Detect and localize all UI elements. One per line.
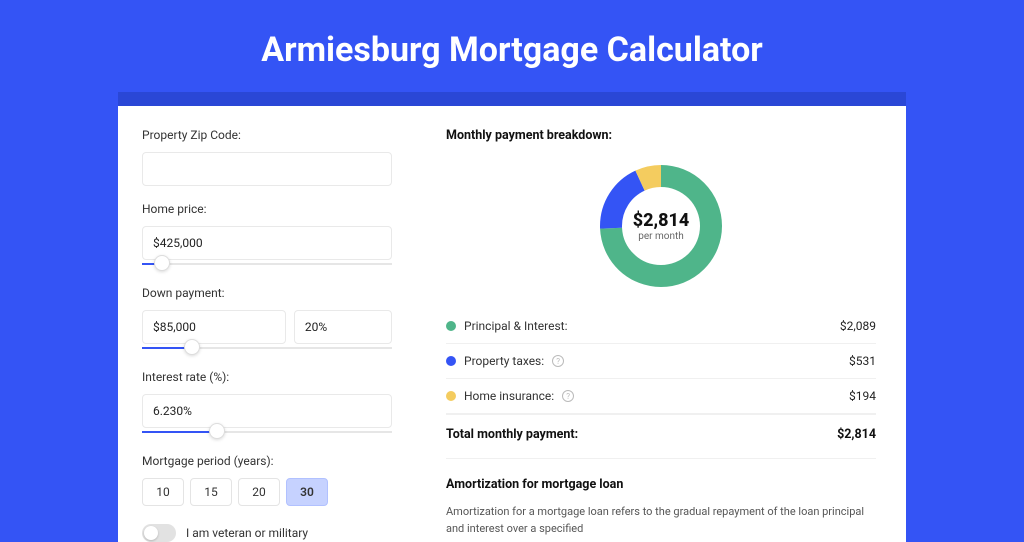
legend-item-principal: Principal & Interest: $2,089 bbox=[446, 309, 876, 344]
down-label: Down payment: bbox=[142, 286, 392, 300]
toggle-knob bbox=[144, 526, 158, 540]
price-input[interactable] bbox=[142, 226, 392, 260]
legend-value: $531 bbox=[849, 354, 876, 368]
down-percent-input[interactable] bbox=[294, 310, 392, 344]
calculator-card: Property Zip Code: Home price: Down paym… bbox=[118, 106, 906, 542]
breakdown-title: Monthly payment breakdown: bbox=[446, 128, 876, 143]
rate-label: Interest rate (%): bbox=[142, 370, 392, 384]
period-option-20[interactable]: 20 bbox=[238, 478, 280, 506]
down-field: Down payment: bbox=[142, 286, 392, 354]
legend-value: $194 bbox=[849, 389, 876, 403]
total-label: Total monthly payment: bbox=[446, 427, 578, 442]
legend-label: Principal & Interest: bbox=[464, 319, 568, 333]
legend-item-taxes: Property taxes: ? $531 bbox=[446, 344, 876, 379]
legend-dot-icon bbox=[446, 321, 456, 331]
total-value: $2,814 bbox=[837, 427, 876, 442]
zip-field: Property Zip Code: bbox=[142, 128, 392, 186]
legend-item-insurance: Home insurance: ? $194 bbox=[446, 379, 876, 414]
donut-sub: per month bbox=[638, 231, 684, 242]
amortization-section: Amortization for mortgage loan Amortizat… bbox=[446, 458, 876, 537]
legend-dot-icon bbox=[446, 391, 456, 401]
period-field: Mortgage period (years): 10 15 20 30 bbox=[142, 454, 392, 506]
form-panel: Property Zip Code: Home price: Down paym… bbox=[118, 106, 416, 542]
slider-thumb[interactable] bbox=[209, 423, 225, 439]
price-label: Home price: bbox=[142, 202, 392, 216]
veteran-row: I am veteran or military bbox=[142, 524, 392, 542]
period-option-10[interactable]: 10 bbox=[142, 478, 184, 506]
page-title: Armiesburg Mortgage Calculator bbox=[0, 0, 1024, 92]
legend-label: Home insurance: bbox=[464, 389, 554, 403]
zip-label: Property Zip Code: bbox=[142, 128, 392, 142]
price-field: Home price: bbox=[142, 202, 392, 270]
rate-field: Interest rate (%): bbox=[142, 370, 392, 438]
period-options: 10 15 20 30 bbox=[142, 478, 392, 506]
veteran-toggle[interactable] bbox=[142, 524, 176, 542]
slider-thumb[interactable] bbox=[154, 255, 170, 271]
down-amount-input[interactable] bbox=[142, 310, 286, 344]
down-slider[interactable] bbox=[142, 342, 392, 354]
veteran-label: I am veteran or military bbox=[186, 526, 308, 540]
period-option-15[interactable]: 15 bbox=[190, 478, 232, 506]
donut-center: $2,814 per month bbox=[596, 161, 726, 291]
donut-amount: $2,814 bbox=[633, 210, 690, 231]
breakdown-panel: Monthly payment breakdown: $2,814 per mo… bbox=[416, 106, 906, 542]
info-icon[interactable]: ? bbox=[552, 355, 564, 367]
info-icon[interactable]: ? bbox=[562, 390, 574, 402]
rate-slider[interactable] bbox=[142, 426, 392, 438]
amortization-title: Amortization for mortgage loan bbox=[446, 477, 876, 492]
period-label: Mortgage period (years): bbox=[142, 454, 392, 468]
rate-input[interactable] bbox=[142, 394, 392, 428]
banner-strip bbox=[118, 92, 906, 106]
total-row: Total monthly payment: $2,814 bbox=[446, 414, 876, 458]
legend-dot-icon bbox=[446, 356, 456, 366]
price-slider[interactable] bbox=[142, 258, 392, 270]
zip-input[interactable] bbox=[142, 152, 392, 186]
legend-label: Property taxes: bbox=[464, 354, 544, 368]
legend-value: $2,089 bbox=[840, 319, 876, 333]
donut-chart: $2,814 per month bbox=[596, 161, 726, 291]
period-option-30[interactable]: 30 bbox=[286, 478, 328, 506]
donut-chart-wrap: $2,814 per month bbox=[446, 155, 876, 309]
amortization-text: Amortization for a mortgage loan refers … bbox=[446, 504, 876, 537]
slider-thumb[interactable] bbox=[184, 339, 200, 355]
